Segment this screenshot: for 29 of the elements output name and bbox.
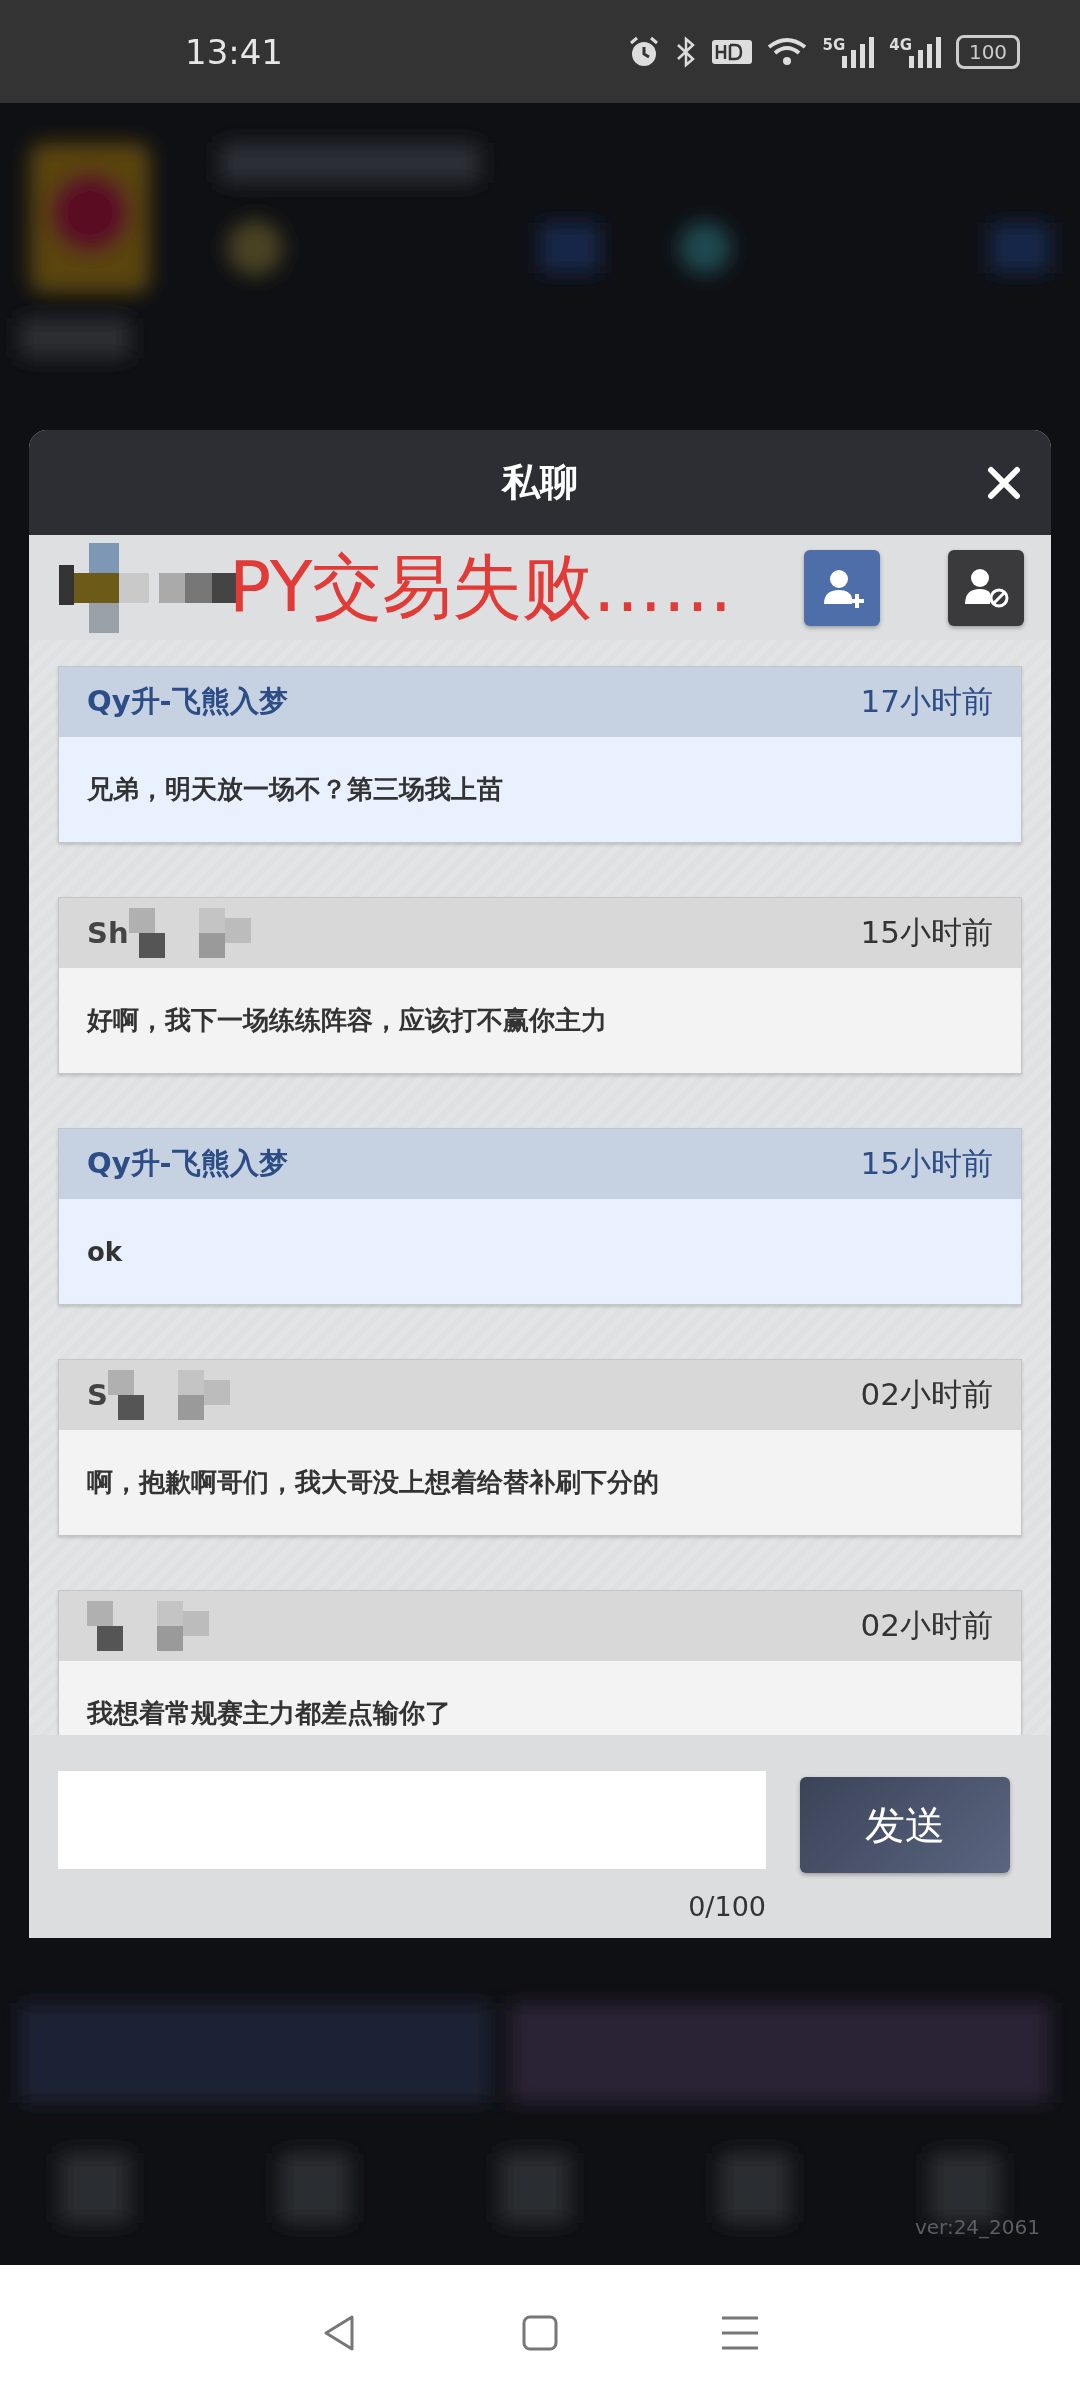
add-friend-button[interactable] <box>804 549 880 626</box>
send-button[interactable]: 发送 <box>800 1777 1010 1873</box>
network-label: 4G <box>889 35 912 54</box>
message-text: 兄弟，明天放一场不？第三场我上苗 <box>87 773 503 806</box>
message-time: 17小时前 <box>860 682 993 721</box>
version-label: ver:24_2061 <box>914 2215 1040 2239</box>
character-counter: 0/100 <box>688 1891 766 1922</box>
block-user-button[interactable] <box>948 549 1024 626</box>
message-time: 15小时前 <box>860 913 993 952</box>
battery-icon: 100 <box>956 34 1020 69</box>
sender-name: Sh <box>87 916 129 950</box>
message-text: ok <box>87 1236 123 1267</box>
home-icon[interactable] <box>521 2313 559 2352</box>
message-text: 好啊，我下一场练练阵容，应该打不赢你主力 <box>87 1004 607 1037</box>
message-text: 我想着常规赛主力都差点输你了 <box>87 1697 451 1730</box>
message-time: 15小时前 <box>860 1144 993 1183</box>
message-input[interactable] <box>58 1771 766 1869</box>
message-text: 啊，抱歉啊哥们，我大哥没上想着给替补刷下分的 <box>87 1466 659 1499</box>
hd-icon <box>710 37 753 66</box>
sender-name: S <box>87 1378 108 1412</box>
sender-name: Qy升-飞熊入梦 <box>87 1145 288 1182</box>
message-time: 02小时前 <box>860 1375 993 1414</box>
dialog-title: 私聊 <box>502 459 578 506</box>
status-time: 13:41 <box>185 31 283 72</box>
annotation-text: PY交易失败…… <box>229 544 733 630</box>
message-time: 02小时前 <box>860 1606 993 1645</box>
network-label: 5G <box>822 35 846 54</box>
sender-name: Qy升-飞熊入梦 <box>87 683 288 720</box>
close-icon[interactable] <box>987 466 1021 500</box>
